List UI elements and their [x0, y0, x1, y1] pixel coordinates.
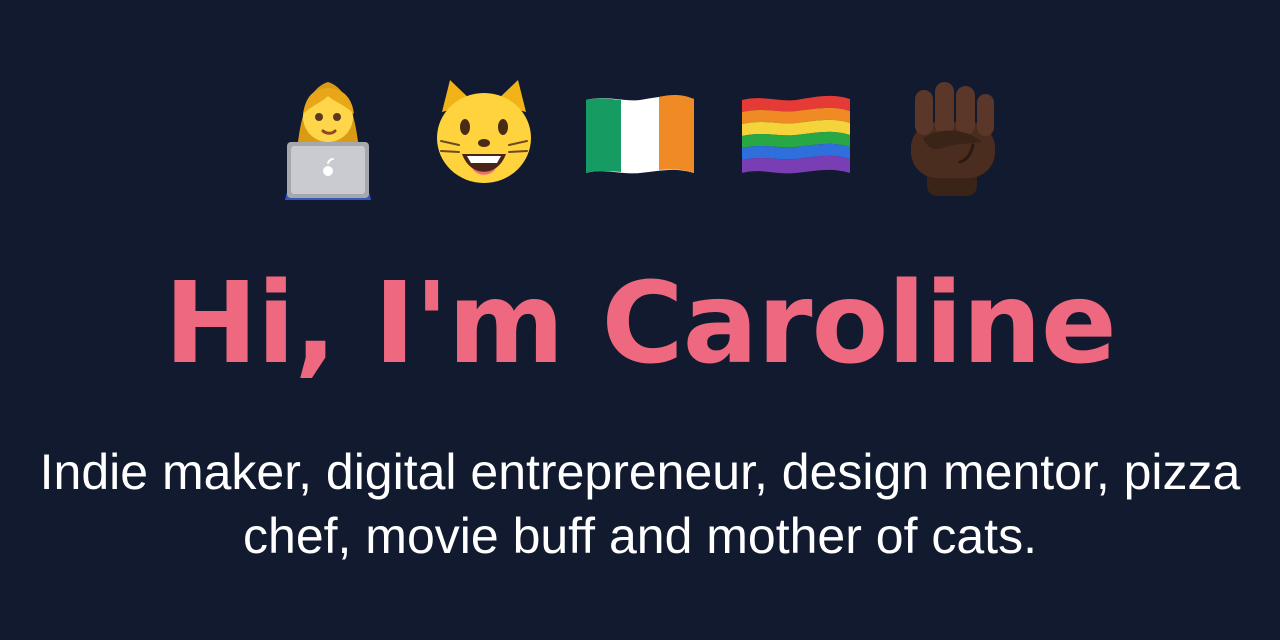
ireland-flag-icon	[581, 72, 699, 200]
page-subtitle: Indie maker, digital entrepreneur, desig…	[39, 444, 1241, 564]
grinning-cat-icon	[425, 72, 543, 200]
woman-technologist-icon	[269, 72, 387, 200]
emoji-row	[0, 72, 1280, 200]
raised-fist-icon	[893, 72, 1011, 200]
page-title: Hi, I'm Caroline	[164, 259, 1117, 389]
rainbow-flag-icon	[737, 72, 855, 200]
